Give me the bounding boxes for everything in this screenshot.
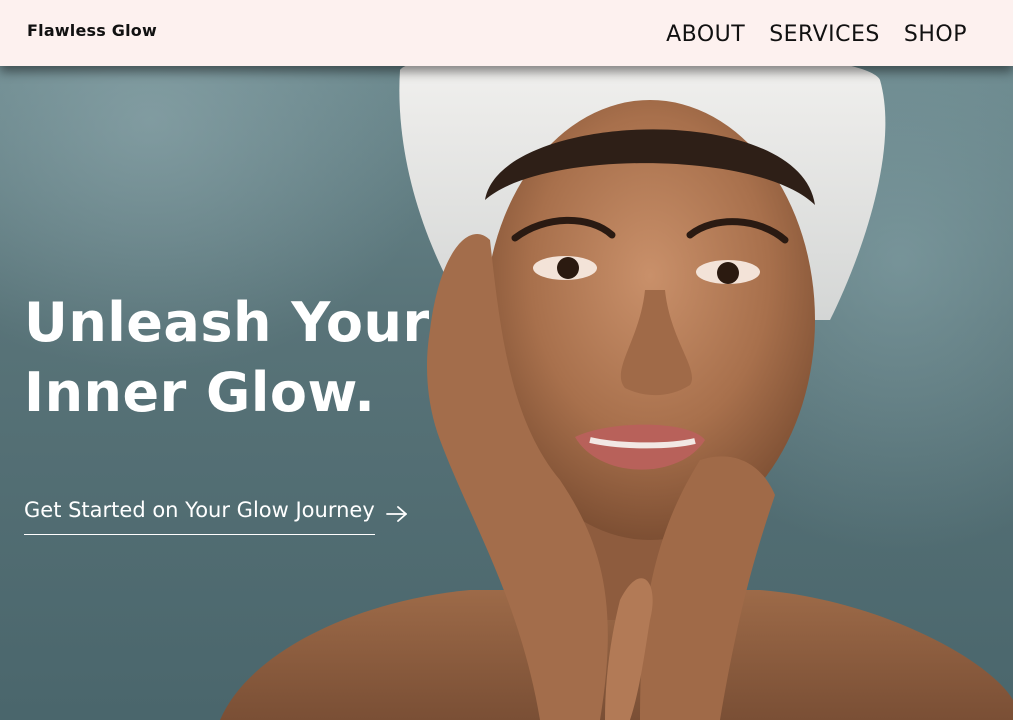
- nav-link-services[interactable]: SERVICES: [769, 22, 880, 47]
- nav-link-about[interactable]: ABOUT: [666, 22, 745, 47]
- site-header: Flawless Glow ABOUT SERVICES SHOP: [0, 0, 1013, 66]
- nav-link-shop[interactable]: SHOP: [904, 22, 967, 47]
- main-nav: ABOUT SERVICES SHOP: [666, 22, 967, 47]
- get-started-link[interactable]: Get Started on Your Glow Journey: [24, 498, 409, 535]
- hero-headline: Unleash Your Inner Glow.: [24, 288, 430, 428]
- hero-headline-line-1: Unleash Your: [24, 291, 430, 354]
- get-started-label[interactable]: Get Started on Your Glow Journey: [24, 498, 375, 535]
- arrow-right-icon[interactable]: [385, 504, 409, 524]
- landing-page: Flawless Glow ABOUT SERVICES SHOP Unleas…: [0, 0, 1013, 720]
- site-logo[interactable]: Flawless Glow: [27, 21, 157, 40]
- hero-headline-line-2: Inner Glow.: [24, 361, 376, 424]
